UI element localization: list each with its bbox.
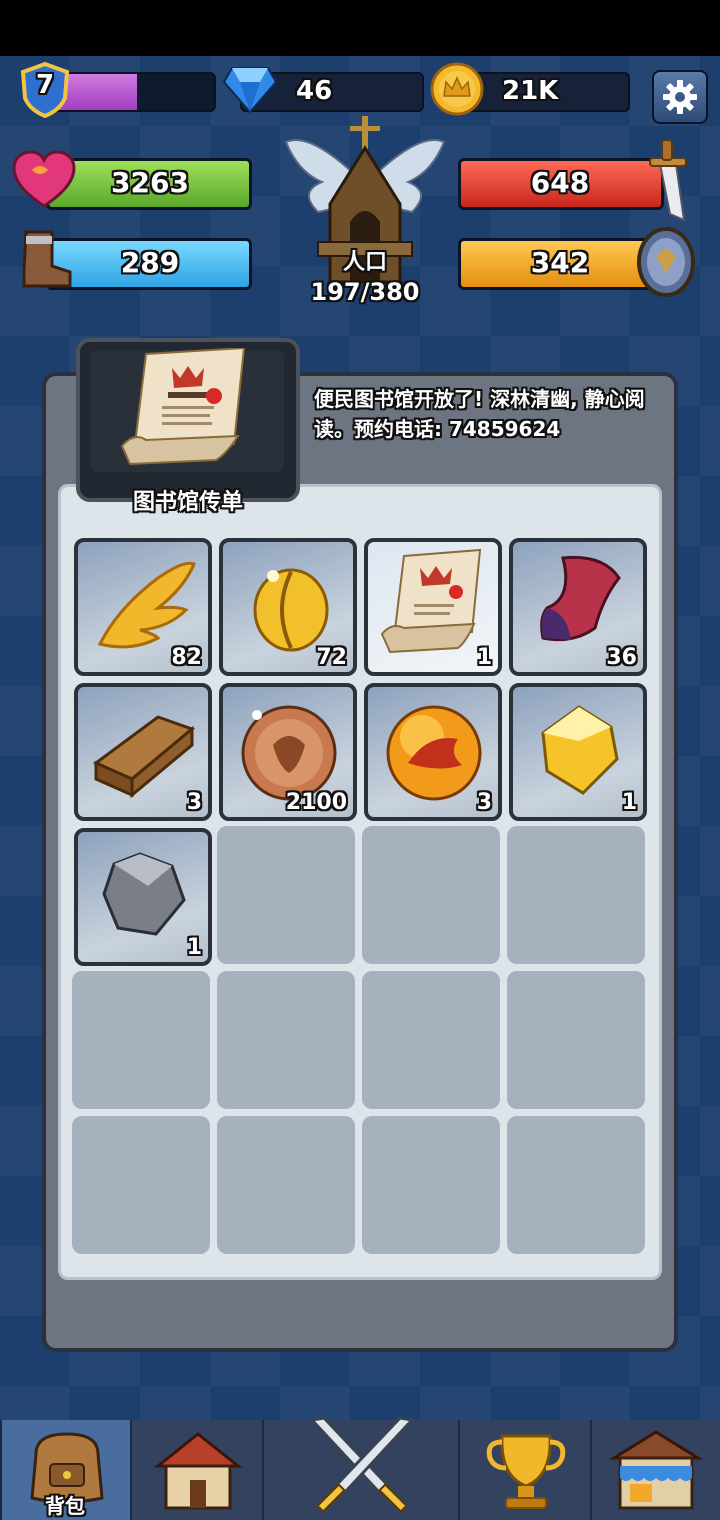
- status-bar: [0, 0, 720, 56]
- heart-icon: [12, 150, 76, 208]
- inventory-slot-empty[interactable]: [362, 971, 500, 1109]
- nav-battle[interactable]: [262, 1416, 458, 1520]
- inventory-slot[interactable]: 3: [364, 683, 502, 821]
- population-label: 人口: [342, 250, 387, 275]
- sword-icon: [649, 139, 687, 222]
- gear-icon: [663, 80, 697, 114]
- inventory-slot-empty[interactable]: [507, 971, 645, 1109]
- health-value: 3263: [111, 166, 189, 199]
- inventory-slot[interactable]: 72: [219, 538, 357, 676]
- crossed-swords-icon: [309, 1416, 415, 1513]
- settings-button[interactable]: [652, 70, 708, 124]
- selected-item-preview: [90, 348, 284, 472]
- nav-backpack-label: 背包: [45, 1494, 85, 1518]
- cloth-scrap-icon: [540, 555, 621, 642]
- inventory-slot-empty[interactable]: [217, 1116, 355, 1254]
- wood-plank-icon: [93, 715, 195, 799]
- trophy-icon: [486, 1434, 566, 1509]
- inventory-slot[interactable]: 1: [509, 683, 647, 821]
- gems-count: 46: [296, 76, 333, 106]
- selected-item-description: 便民图书馆开放了! 深林清幽, 静心阅读。预约电话: 74859624: [314, 387, 645, 441]
- library-flyer-icon: [380, 548, 482, 654]
- item-quantity: 3: [186, 790, 202, 815]
- stone-icon: [102, 852, 186, 936]
- gem-icon: [222, 67, 278, 114]
- speed-value: 289: [120, 246, 180, 279]
- dragon-orb-icon: [386, 705, 482, 801]
- house-icon: [153, 1432, 243, 1510]
- inventory-slot-selected[interactable]: 1: [364, 538, 502, 676]
- inventory-slot[interactable]: 3: [74, 683, 212, 821]
- gold-crown-coin-icon: [430, 62, 484, 116]
- shop-icon: [608, 1430, 704, 1510]
- item-quantity: 82: [171, 645, 202, 670]
- inventory-slot-empty[interactable]: [217, 826, 355, 964]
- item-quantity: 36: [606, 645, 637, 670]
- gold-count: 21K: [502, 76, 559, 106]
- inventory-slot[interactable]: 2100: [219, 683, 357, 821]
- item-quantity: 1: [186, 935, 202, 960]
- selected-item-name: 图书馆传单: [132, 490, 243, 515]
- inventory-slot-empty[interactable]: [362, 826, 500, 964]
- boot-icon: [22, 230, 72, 288]
- item-quantity: 1: [476, 645, 492, 670]
- inventory-slot-empty[interactable]: [507, 826, 645, 964]
- golden-seed-icon: [253, 568, 329, 652]
- copper-coin-icon: [241, 705, 337, 801]
- inventory-slot[interactable]: 1: [74, 828, 212, 966]
- gold-crystal-icon: [541, 705, 619, 795]
- inventory-slot-empty[interactable]: [72, 1116, 210, 1254]
- attack-value: 648: [530, 166, 590, 199]
- item-quantity: 3: [476, 790, 492, 815]
- item-quantity: 72: [316, 645, 347, 670]
- item-quantity: 2100: [285, 790, 347, 815]
- golden-wing-icon: [97, 561, 196, 649]
- nav-shop[interactable]: [590, 1420, 720, 1520]
- population-value: 197/380: [310, 278, 420, 306]
- library-flyer-icon: [120, 348, 246, 466]
- inventory-slot[interactable]: 36: [509, 538, 647, 676]
- inventory-slot-empty[interactable]: [507, 1116, 645, 1254]
- defense-value: 342: [530, 246, 590, 279]
- shield-icon: [637, 227, 695, 297]
- inventory-slot-empty[interactable]: [72, 971, 210, 1109]
- item-quantity: 1: [621, 790, 637, 815]
- nav-buildings[interactable]: [130, 1420, 262, 1520]
- nav-achievements[interactable]: [458, 1420, 590, 1520]
- level-number: 7: [35, 70, 55, 100]
- inventory-slot[interactable]: 82: [74, 538, 212, 676]
- inventory-slot-empty[interactable]: [362, 1116, 500, 1254]
- inventory-slot-empty[interactable]: [217, 971, 355, 1109]
- xp-bar: [52, 72, 216, 112]
